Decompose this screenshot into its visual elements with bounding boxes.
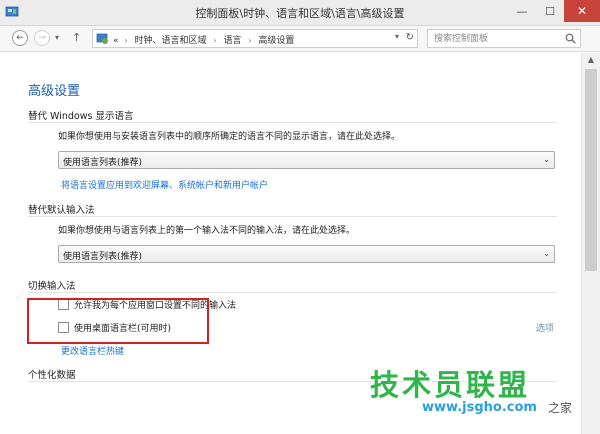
breadcrumb: « › 时钟、语言和区域 › 语言 › 高级设置	[113, 33, 294, 46]
input-method-select-value: 使用语言列表(推荐)	[63, 252, 143, 262]
breadcrumb-separator[interactable]: ›	[248, 36, 251, 45]
change-language-bar-hotkeys-link[interactable]: 更改语言栏热键	[61, 344, 124, 357]
watermark-url: www.jsgho.com	[422, 400, 537, 415]
display-language-description: 如果你想使用与安装语言列表中的顺序所确定的语言不同的显示语言，请在此处选择。	[58, 132, 401, 142]
address-dropdown-button[interactable]: ▾	[395, 32, 399, 41]
address-box[interactable]: « › 时钟、语言和区域 › 语言 › 高级设置 ▾ ↻	[92, 29, 418, 48]
window-controls: — ☐ ✕	[508, 0, 600, 22]
page-title: 高级设置	[28, 84, 81, 99]
display-language-select-value: 使用语言列表(推荐)	[63, 158, 143, 168]
watermark: 技术员联盟 www.jsgho.com 之家	[370, 362, 596, 434]
display-language-select[interactable]: 使用语言列表(推荐) ⌄	[58, 151, 555, 169]
search-input[interactable]	[428, 30, 553, 47]
breadcrumb-advanced-settings[interactable]: 高级设置	[258, 36, 294, 46]
chevron-down-icon: ⌄	[543, 249, 550, 258]
highlight-box	[27, 298, 209, 344]
personalization-data-heading: 个性化数据	[28, 370, 76, 381]
breadcrumb-clock-language-region[interactable]: 时钟、语言和区域	[134, 36, 206, 46]
divider	[28, 122, 557, 123]
breadcrumb-language[interactable]: 语言	[223, 36, 241, 46]
input-method-description: 如果你想使用与语言列表上的第一个输入法不同的输入法，请在此处选择。	[58, 226, 356, 236]
title-bar: 控制面板\时钟、语言和区域\语言\高级设置 — ☐ ✕	[0, 0, 600, 26]
input-method-select[interactable]: 使用语言列表(推荐) ⌄	[58, 245, 555, 263]
up-button[interactable]: ↑	[72, 31, 81, 44]
switch-input-heading: 切换输入法	[28, 281, 76, 292]
maximize-button[interactable]: ☐	[536, 0, 564, 22]
control-panel-icon	[96, 33, 108, 44]
refresh-button[interactable]: ↻	[406, 32, 414, 43]
window-title: 控制面板\时钟、语言和区域\语言\高级设置	[195, 7, 405, 20]
forward-button[interactable]: →	[34, 30, 50, 46]
breadcrumb-separator: ›	[124, 36, 128, 45]
close-button[interactable]: ✕	[564, 0, 600, 22]
chevron-down-icon: ⌄	[543, 155, 550, 164]
language-bar-options-link[interactable]: 选项	[536, 321, 554, 334]
display-language-heading: 替代 Windows 显示语言	[28, 111, 134, 122]
scroll-up-arrow[interactable]: ▲	[582, 53, 600, 67]
divider	[28, 216, 557, 217]
apply-to-welcome-screen-link[interactable]: 将语言设置应用到欢迎屏幕、系统帐户和新用户帐户	[61, 178, 268, 191]
divider	[28, 292, 557, 293]
back-button[interactable]: ←	[12, 30, 28, 46]
search-icon[interactable]	[565, 33, 576, 44]
minimize-button[interactable]: —	[508, 0, 536, 22]
input-method-heading: 替代默认输入法	[28, 205, 95, 216]
search-box	[427, 29, 581, 48]
watermark-logo: 技术员联盟	[370, 368, 531, 402]
recent-pages-dropdown[interactable]: ▾	[55, 33, 59, 42]
breadcrumb-overflow[interactable]: «	[113, 36, 119, 46]
scrollbar-thumb[interactable]	[585, 69, 597, 271]
breadcrumb-separator[interactable]: ›	[213, 36, 216, 45]
address-toolbar: ← → ▾ ↑ « › 时钟、语言和区域 › 语言 › 高级设置 ▾ ↻	[0, 26, 600, 52]
control-panel-icon	[5, 6, 19, 17]
watermark-suffix: 之家	[548, 401, 573, 415]
